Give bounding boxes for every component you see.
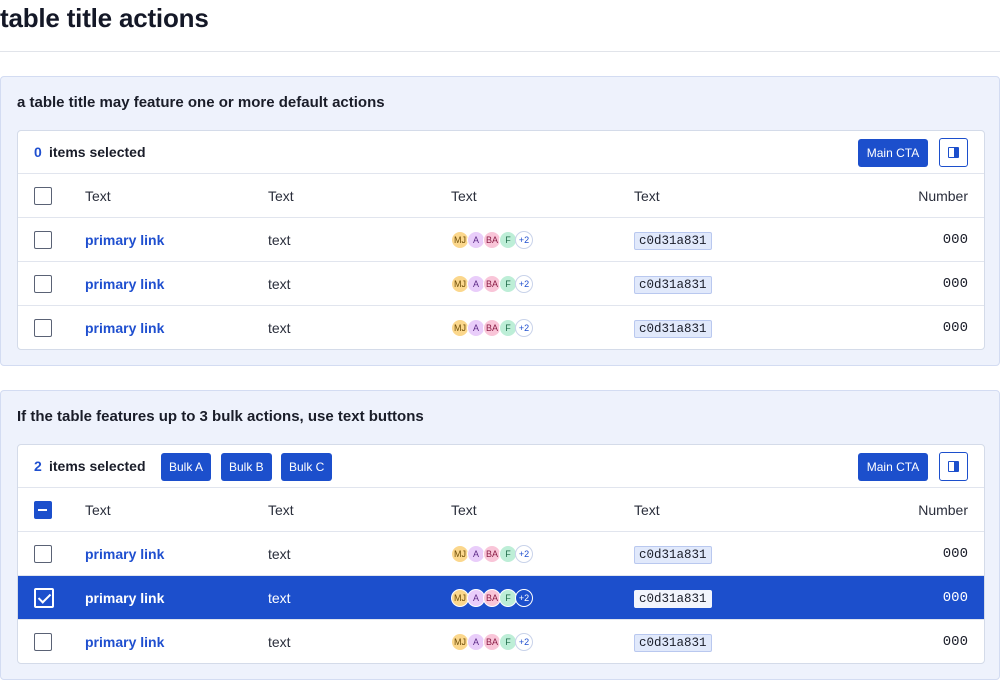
row-checkbox[interactable]	[34, 633, 52, 651]
avatar-overflow-count[interactable]: +2	[515, 319, 533, 337]
section-bulk-actions: If the table features up to 3 bulk actio…	[0, 390, 1000, 680]
select-all-checkbox[interactable]	[34, 501, 52, 519]
main-cta-button[interactable]: Main CTA	[858, 139, 928, 167]
bulk-c-button[interactable]: Bulk C	[281, 453, 333, 481]
code-tag: c0d31a831	[634, 232, 712, 251]
text-cell: text	[268, 634, 291, 650]
bulk-b-button[interactable]: Bulk B	[221, 453, 272, 481]
primary-link[interactable]: primary link	[85, 634, 164, 650]
primary-link[interactable]: primary link	[85, 232, 164, 248]
column-header[interactable]: Number	[918, 174, 968, 218]
section-heading: a table title may feature one or more de…	[17, 94, 385, 111]
column-header[interactable]: Number	[918, 488, 968, 532]
primary-link[interactable]: primary link	[85, 320, 164, 336]
primary-link[interactable]: primary link	[85, 276, 164, 292]
table-row: primary link text MJ A BA F +2 c0d31a831 000	[18, 218, 984, 262]
data-table: 0 items selected Main CTA Text Text Text…	[17, 130, 985, 350]
selected-count-label: items selected	[49, 458, 146, 474]
avatar-overflow-count[interactable]: +2	[515, 545, 533, 563]
row-checkbox[interactable]	[34, 319, 52, 337]
code-tag: c0d31a831	[634, 546, 712, 565]
column-toggle-button[interactable]	[939, 138, 968, 167]
row-checkbox-checked[interactable]	[34, 588, 54, 608]
avatar-group: MJ A BA F +2	[451, 275, 541, 293]
section-default-actions: a table title may feature one or more de…	[0, 76, 1000, 366]
column-header[interactable]: Text	[85, 174, 111, 218]
column-header[interactable]: Text	[85, 488, 111, 532]
code-tag: c0d31a831	[634, 320, 712, 339]
selected-count: 0	[34, 144, 42, 160]
table-row-selected: primary link text MJ A BA F +2 c0d31a831 000	[18, 576, 984, 620]
column-layout-icon	[948, 147, 959, 158]
column-header[interactable]: Text	[451, 488, 477, 532]
avatar-overflow-count[interactable]: +2	[515, 633, 533, 651]
selected-count-label: items selected	[49, 144, 146, 160]
number-cell: 000	[942, 276, 968, 292]
table-header-row: Text Text Text Text Number	[18, 174, 984, 218]
primary-link[interactable]: primary link	[85, 590, 164, 606]
page-title: table title actions	[0, 3, 209, 33]
selected-count: 2	[34, 458, 42, 474]
data-table: 2 items selected Bulk A Bulk B Bulk C Ma…	[17, 444, 985, 664]
code-tag: c0d31a831	[634, 590, 712, 609]
text-cell: text	[268, 232, 291, 248]
avatar-overflow-count[interactable]: +2	[515, 589, 533, 607]
table-row: primary link text MJ A BA F +2 c0d31a831 000	[18, 620, 984, 663]
number-cell: 000	[942, 590, 968, 606]
section-heading: If the table features up to 3 bulk actio…	[17, 408, 424, 425]
text-cell: text	[268, 590, 291, 606]
column-header[interactable]: Text	[634, 488, 660, 532]
number-cell: 000	[942, 232, 968, 248]
text-cell: text	[268, 276, 291, 292]
avatar-group: MJ A BA F +2	[451, 589, 541, 607]
primary-link[interactable]: primary link	[85, 546, 164, 562]
number-cell: 000	[942, 634, 968, 650]
title-divider	[0, 51, 1000, 52]
column-layout-icon	[948, 461, 959, 472]
row-checkbox[interactable]	[34, 231, 52, 249]
table-header-row: Text Text Text Text Number	[18, 488, 984, 532]
column-header[interactable]: Text	[634, 174, 660, 218]
number-cell: 000	[942, 320, 968, 336]
avatar-overflow-count[interactable]: +2	[515, 231, 533, 249]
row-checkbox[interactable]	[34, 545, 52, 563]
row-checkbox[interactable]	[34, 275, 52, 293]
text-cell: text	[268, 546, 291, 562]
avatar-overflow-count[interactable]: +2	[515, 275, 533, 293]
column-header[interactable]: Text	[268, 174, 294, 218]
code-tag: c0d31a831	[634, 634, 712, 653]
avatar-group: MJ A BA F +2	[451, 545, 541, 563]
table-row: primary link text MJ A BA F +2 c0d31a831 000	[18, 306, 984, 349]
table-toolbar: 0 items selected Main CTA	[18, 131, 984, 174]
main-cta-button[interactable]: Main CTA	[858, 453, 928, 481]
select-all-checkbox[interactable]	[34, 187, 52, 205]
column-header[interactable]: Text	[268, 488, 294, 532]
avatar-group: MJ A BA F +2	[451, 231, 541, 249]
number-cell: 000	[942, 546, 968, 562]
avatar-group: MJ A BA F +2	[451, 633, 541, 651]
table-toolbar: 2 items selected Bulk A Bulk B Bulk C Ma…	[18, 445, 984, 488]
avatar-group: MJ A BA F +2	[451, 319, 541, 337]
bulk-a-button[interactable]: Bulk A	[161, 453, 212, 481]
table-row: primary link text MJ A BA F +2 c0d31a831 000	[18, 532, 984, 576]
code-tag: c0d31a831	[634, 276, 712, 295]
table-row: primary link text MJ A BA F +2 c0d31a831 000	[18, 262, 984, 306]
column-header[interactable]: Text	[451, 174, 477, 218]
text-cell: text	[268, 320, 291, 336]
column-toggle-button[interactable]	[939, 452, 968, 481]
